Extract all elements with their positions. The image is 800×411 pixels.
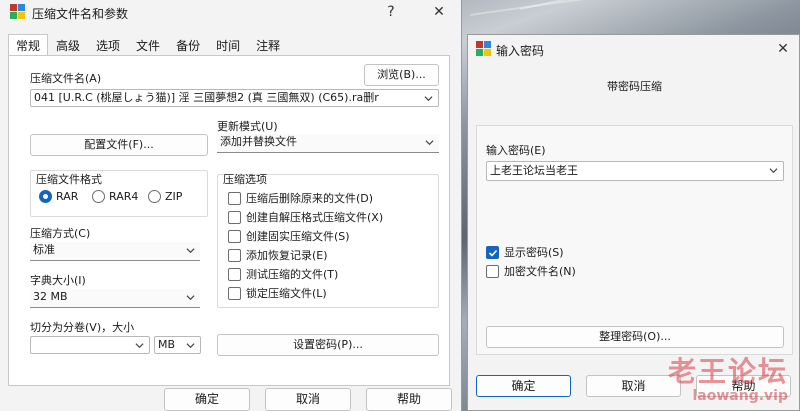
- chevron-down-icon[interactable]: [186, 337, 196, 353]
- window-title: 压缩文件名和参数: [32, 7, 129, 21]
- option-recovery-checkbox[interactable]: [228, 248, 241, 262]
- titlebar: 压缩文件名和参数 ? ✕: [0, 0, 461, 26]
- chevron-down-icon[interactable]: [424, 90, 434, 106]
- format-group-label: 压缩文件格式: [36, 173, 102, 186]
- option-sfx-checkbox[interactable]: [228, 210, 241, 224]
- radio-zip-label: ZIP: [165, 190, 183, 203]
- winrar-app-icon: [10, 4, 26, 20]
- dictionary-select[interactable]: 32 MB: [30, 289, 200, 308]
- set-password-button[interactable]: 设置密码(P)...: [217, 334, 439, 356]
- password-ok-button[interactable]: 确定: [476, 375, 571, 397]
- option-lock[interactable]: 锁定压缩文件(L): [228, 285, 327, 301]
- radio-rar-label: RAR: [56, 190, 79, 203]
- archive-name-label: 压缩文件名(A): [30, 72, 102, 85]
- option-lock-checkbox[interactable]: [228, 286, 241, 300]
- option-recovery[interactable]: 添加恢复记录(E): [228, 247, 328, 263]
- option-test-checkbox[interactable]: [228, 267, 241, 281]
- password-label: 输入密码(E): [486, 144, 546, 157]
- chevron-down-icon[interactable]: [135, 337, 145, 353]
- tab-advanced[interactable]: 高级: [48, 34, 88, 56]
- split-label: 切分为分卷(V)，大小: [30, 321, 135, 334]
- tab-backup[interactable]: 备份: [168, 34, 208, 56]
- show-password-option[interactable]: 显示密码(S): [486, 244, 564, 260]
- radio-rar4-indicator[interactable]: [92, 190, 105, 203]
- radio-rar-indicator[interactable]: [39, 190, 52, 203]
- option-sfx-label: 创建自解压格式压缩文件(X): [246, 211, 384, 224]
- tab-files[interactable]: 文件: [128, 34, 168, 56]
- option-test[interactable]: 测试压缩的文件(T): [228, 266, 338, 282]
- chevron-down-icon[interactable]: [186, 289, 196, 305]
- option-solid[interactable]: 创建固实压缩文件(S): [228, 228, 350, 244]
- chevron-down-icon[interactable]: [769, 162, 779, 178]
- radio-rar4[interactable]: RAR4: [92, 190, 138, 203]
- chevron-down-icon[interactable]: [425, 134, 435, 150]
- archive-settings-window: 压缩文件名和参数 ? ✕ 常规 高级 选项 文件 备份 时间 注释 压缩文件名(…: [0, 0, 462, 411]
- password-cancel-button[interactable]: 取消: [586, 375, 681, 397]
- close-icon[interactable]: ✕: [424, 2, 454, 22]
- tab-bar: 常规 高级 选项 文件 备份 时间 注释: [8, 34, 288, 56]
- dictionary-value: 32 MB: [33, 290, 68, 303]
- password-dialog-title: 输入密码: [496, 44, 545, 58]
- option-solid-label: 创建固实压缩文件(S): [246, 230, 350, 243]
- encrypt-names-option[interactable]: 加密文件名(N): [486, 263, 576, 279]
- show-password-label: 显示密码(S): [504, 246, 564, 259]
- browse-button[interactable]: 浏览(B)...: [364, 64, 439, 86]
- option-delete-after-label: 压缩后删除原来的文件(D): [246, 192, 374, 205]
- show-password-checkbox[interactable]: [486, 245, 499, 259]
- option-solid-checkbox[interactable]: [228, 229, 241, 243]
- help-button[interactable]: 帮助: [366, 388, 452, 411]
- option-recovery-label: 添加恢复记录(E): [246, 249, 328, 262]
- option-sfx[interactable]: 创建自解压格式压缩文件(X): [228, 209, 383, 225]
- password-dialog: 输入密码 ✕ 带密码压缩 输入密码(E) 上老王论坛当老王 显示密码(S) 加密…: [467, 34, 800, 411]
- tab-time[interactable]: 时间: [208, 34, 248, 56]
- radio-rar[interactable]: RAR: [39, 190, 78, 203]
- option-delete-after[interactable]: 压缩后删除原来的文件(D): [228, 190, 373, 206]
- radio-zip[interactable]: ZIP: [148, 190, 182, 203]
- method-label: 压缩方式(C): [30, 227, 91, 240]
- ok-button[interactable]: 确定: [164, 388, 250, 411]
- chevron-down-icon[interactable]: [186, 242, 196, 258]
- tab-comment[interactable]: 注释: [248, 34, 288, 56]
- password-value: 上老王论坛当老王: [490, 164, 578, 177]
- tab-general[interactable]: 常规: [8, 34, 49, 56]
- password-heading: 带密码压缩: [607, 80, 662, 93]
- option-test-label: 测试压缩的文件(T): [246, 268, 339, 281]
- organize-passwords-button[interactable]: 整理密码(O)...: [486, 326, 784, 348]
- password-input[interactable]: 上老王论坛当老王: [486, 161, 784, 181]
- profiles-button[interactable]: 配置文件(F)...: [30, 134, 208, 156]
- general-tab-panel: 压缩文件名(A) 浏览(B)... 041 [U.R.C (桃屋しょう猫)] 淫…: [8, 55, 450, 386]
- close-icon[interactable]: ✕: [768, 39, 798, 59]
- split-unit-select[interactable]: MB: [154, 336, 201, 354]
- option-delete-after-checkbox[interactable]: [228, 191, 241, 205]
- split-unit-value: MB: [158, 338, 176, 351]
- winrar-app-icon: [476, 41, 492, 57]
- cancel-button[interactable]: 取消: [265, 388, 351, 411]
- help-icon[interactable]: ?: [376, 2, 406, 22]
- update-mode-value: 添加并替换文件: [220, 135, 297, 148]
- update-mode-label: 更新模式(U): [217, 120, 278, 133]
- method-select[interactable]: 标准: [30, 242, 200, 261]
- radio-rar4-label: RAR4: [109, 190, 139, 203]
- archive-name-value: 041 [U.R.C (桃屋しょう猫)] 淫 三國夢想2 (真 三國無双) (C…: [34, 91, 379, 104]
- password-help-button[interactable]: 帮助: [696, 375, 791, 397]
- dictionary-label: 字典大小(I): [30, 274, 86, 287]
- encrypt-names-checkbox[interactable]: [486, 264, 499, 278]
- method-value: 标准: [33, 243, 55, 256]
- tab-options[interactable]: 选项: [88, 34, 128, 56]
- options-group-label: 压缩选项: [223, 173, 267, 186]
- archive-name-input[interactable]: 041 [U.R.C (桃屋しょう猫)] 淫 三國夢想2 (真 三國無双) (C…: [30, 89, 439, 107]
- update-mode-select[interactable]: 添加并替换文件: [217, 134, 439, 153]
- option-lock-label: 锁定压缩文件(L): [246, 287, 327, 300]
- encrypt-names-label: 加密文件名(N): [504, 265, 576, 278]
- radio-zip-indicator[interactable]: [148, 190, 161, 203]
- password-panel: 输入密码(E) 上老王论坛当老王 显示密码(S) 加密文件名(N) 整理密码(O…: [476, 125, 793, 355]
- split-size-input[interactable]: [30, 336, 150, 354]
